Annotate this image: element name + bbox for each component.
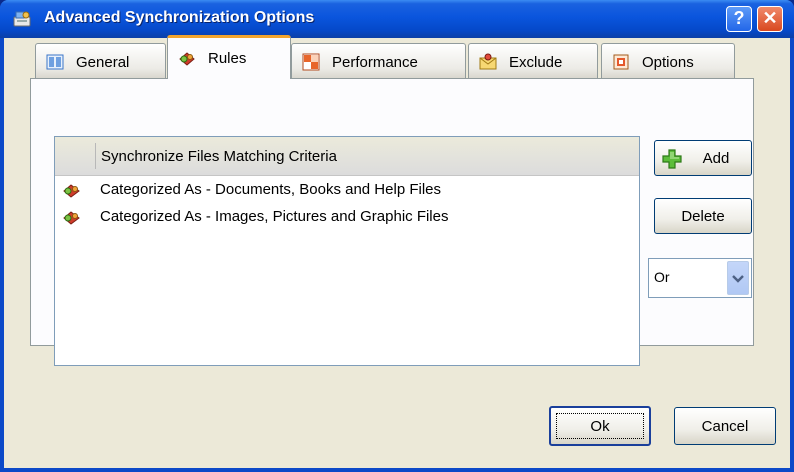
tab-rules[interactable]: Rules	[167, 35, 291, 79]
cancel-button-label: Cancel	[701, 418, 749, 435]
tab-label: General	[76, 54, 130, 71]
tab-performance[interactable]: Performance	[291, 43, 466, 79]
tab-label: Performance	[332, 54, 418, 71]
chevron-down-icon	[732, 275, 744, 283]
ok-button[interactable]: Ok	[549, 406, 651, 446]
help-button[interactable]: ?	[726, 6, 752, 32]
list-item[interactable]: Categorized As - Images, Pictures and Gr…	[55, 205, 639, 231]
options-tab-icon	[613, 54, 629, 70]
list-column-header[interactable]: Synchronize Files Matching Criteria	[55, 137, 639, 176]
column-header-label: Synchronize Files Matching Criteria	[101, 148, 337, 165]
tab-label: Rules	[208, 50, 247, 67]
rule-label: Categorized As - Documents, Books and He…	[100, 181, 441, 198]
plus-icon	[662, 149, 682, 169]
dropdown-arrow-button[interactable]	[727, 261, 749, 295]
tab-label: Exclude	[509, 54, 563, 71]
operator-select[interactable]: Or	[648, 258, 752, 298]
rules-list[interactable]: Synchronize Files Matching Criteria Cate…	[54, 136, 640, 366]
column-divider	[95, 143, 96, 169]
performance-tab-icon	[302, 53, 320, 71]
general-tab-icon	[46, 54, 64, 70]
window-title: Advanced Synchronization Options	[44, 9, 315, 26]
rules-tab-icon	[179, 52, 195, 66]
list-item[interactable]: Categorized As - Documents, Books and He…	[55, 178, 639, 204]
rule-label: Categorized As - Images, Pictures and Gr…	[100, 208, 449, 225]
rule-icon	[63, 184, 80, 198]
tab-general[interactable]: General	[35, 43, 166, 79]
tab-options[interactable]: Options	[601, 43, 735, 79]
operator-select-value: Or	[654, 269, 670, 285]
tab-label: Options	[642, 54, 694, 71]
delete-button-label: Delete	[681, 208, 725, 225]
tab-exclude[interactable]: Exclude	[468, 43, 598, 79]
close-button[interactable]: ✕	[757, 6, 783, 32]
delete-button[interactable]: Delete	[654, 198, 752, 234]
title-bar[interactable]: Advanced Synchronization Options ? ✕	[0, 0, 794, 38]
add-button[interactable]: Add	[654, 140, 752, 176]
rule-icon	[63, 211, 80, 225]
focus-rectangle	[556, 413, 644, 439]
add-button-label: Add	[702, 150, 730, 167]
cancel-button[interactable]: Cancel	[674, 407, 776, 445]
dialog-window: Advanced Synchronization Options ? ✕ Gen…	[0, 0, 794, 472]
sync-app-icon	[13, 11, 31, 27]
exclude-tab-icon	[479, 53, 497, 70]
